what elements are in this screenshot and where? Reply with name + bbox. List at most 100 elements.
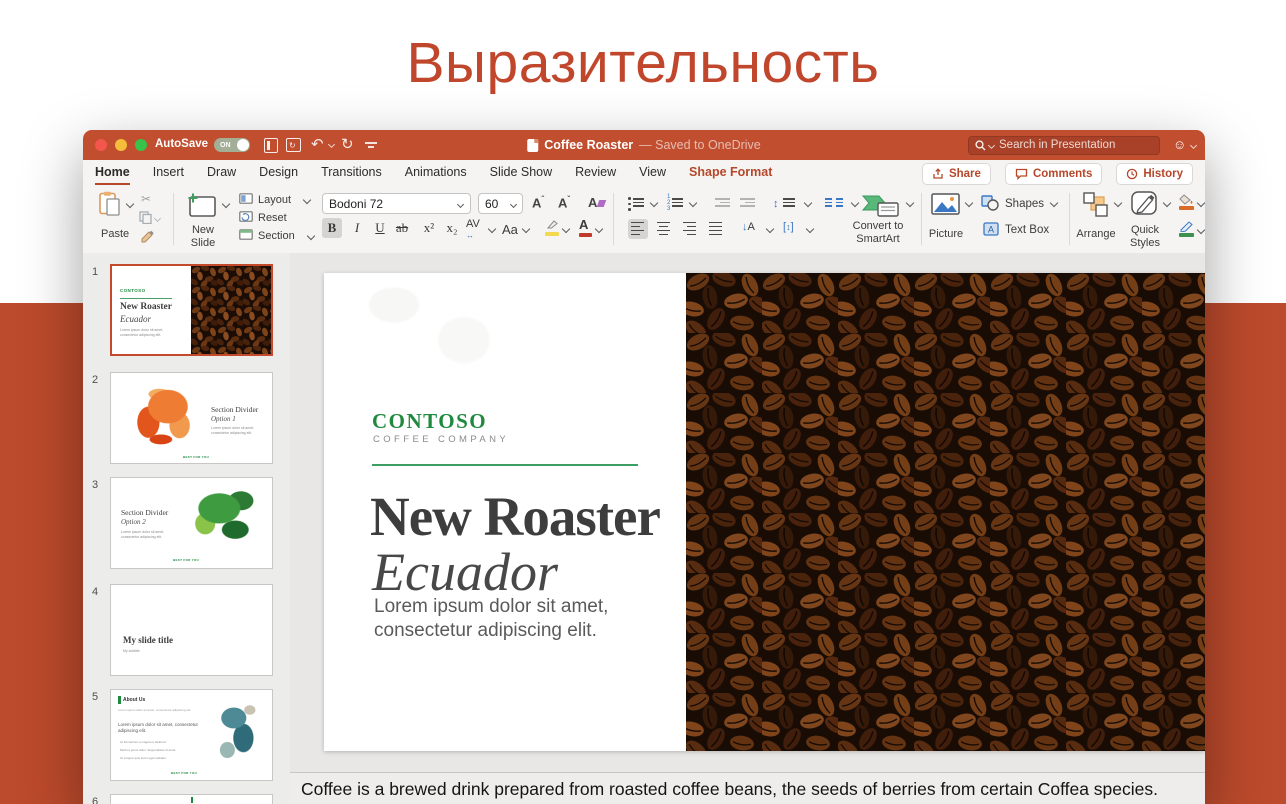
highlight-chevron[interactable] [561,224,571,234]
arrange-button[interactable] [1083,192,1109,217]
superscript-button[interactable]: x² [419,218,439,238]
italic-button[interactable]: I [347,218,367,238]
font-name-select[interactable]: Bodoni 72 [322,193,471,214]
feedback-chevron[interactable] [1189,141,1198,150]
redo-icon[interactable]: ↻ [341,130,354,160]
shapes-chevron[interactable] [1049,198,1059,208]
picture-button[interactable] [931,193,960,215]
copy-icon[interactable] [139,211,152,224]
subscript-button[interactable]: x₂ [442,218,462,238]
highlight-color-button[interactable] [545,220,559,236]
new-slide-button[interactable] [185,192,217,218]
numbering-icon[interactable]: 1 2 3 [667,194,683,212]
format-painter-icon[interactable] [141,230,155,243]
share-button[interactable]: Share [921,163,991,185]
show-panel-icon[interactable] [264,138,278,153]
section-chevron[interactable] [306,231,316,241]
tab-review[interactable]: Review [575,160,616,185]
autosave-toggle[interactable]: ON [214,138,250,152]
tab-slide-show[interactable]: Slide Show [490,160,553,185]
section-button[interactable] [239,229,253,240]
slide-thumbnail-5[interactable]: About Us Lorem ipsum dolor sit amet, con… [110,689,273,781]
cut-icon[interactable]: ✂ [141,192,151,206]
arrange-chevron[interactable] [1113,198,1123,208]
columns-chevron[interactable] [850,198,860,208]
slide-thumbnail-6[interactable] [110,794,273,804]
columns-icon[interactable] [825,196,843,209]
change-case-button[interactable]: Aa [502,222,518,237]
paste-chevron[interactable] [125,199,135,209]
strikethrough-button[interactable]: ab [392,218,412,238]
tab-transitions[interactable]: Transitions [321,160,382,185]
decrease-indent-icon[interactable]: ← [715,196,730,209]
zoom-window-button[interactable] [135,139,147,151]
layout-button[interactable] [239,193,253,204]
textbox-button[interactable]: A [983,222,999,236]
text-direction-chevron[interactable] [765,224,775,234]
slide-thumbnail-1[interactable]: CONTOSO New Roaster Ecuador Lorem ipsum … [110,264,273,356]
history-button[interactable]: History [1116,163,1193,185]
justify-button[interactable] [706,219,726,236]
shape-fill-button[interactable] [1179,194,1194,210]
search-input[interactable]: Search in Presentation [968,135,1160,155]
increase-indent-icon[interactable]: → [740,196,755,209]
comments-button[interactable]: Comments [1004,163,1103,185]
align-text-chevron[interactable] [805,224,815,234]
slide-thumbnail-4[interactable]: My slide title My subtitle [110,584,273,676]
layout-chevron[interactable] [302,195,312,205]
minimize-window-button[interactable] [115,139,127,151]
tab-view[interactable]: View [639,160,666,185]
underline-button[interactable]: U [370,218,390,238]
convert-smartart-button[interactable] [862,192,900,218]
slide-subtitle[interactable]: Ecuador [372,541,558,603]
align-text-icon[interactable]: [↕] [783,221,794,233]
bullets-icon[interactable] [628,196,644,211]
align-right-button[interactable] [680,219,700,236]
shrink-font-button[interactable]: Aˇ [558,195,570,210]
save-sync-icon[interactable]: ↻ [286,138,301,152]
undo-icon[interactable]: ↶ [311,130,324,160]
tab-insert[interactable]: Insert [153,160,184,185]
close-window-button[interactable] [95,139,107,151]
line-spacing-icon[interactable]: ↕ [773,194,795,212]
character-spacing-chevron[interactable] [487,224,497,234]
copy-chevron[interactable] [153,214,162,223]
notes-pane[interactable]: Coffee is a brewed drink prepared from r… [290,772,1205,804]
font-color-button[interactable]: A [579,217,592,237]
feedback-smiley-icon[interactable]: ☺ [1173,137,1186,152]
character-spacing-button[interactable]: AV ↔ [466,219,480,241]
reset-button[interactable] [239,211,253,222]
tab-home[interactable]: Home [95,160,130,185]
clear-formatting-button[interactable]: A [588,195,607,210]
slide-body-text[interactable]: Lorem ipsum dolor sit amet, consectetur … [374,595,626,644]
picture-chevron[interactable] [964,198,974,208]
slide-thumbnail-3[interactable]: Section Divider Option 2 Lorem ipsum dol… [110,477,273,569]
undo-chevron[interactable] [327,140,336,149]
numbering-chevron[interactable] [688,198,698,208]
align-left-button[interactable] [628,219,648,239]
quick-styles-button[interactable] [1131,191,1159,217]
current-slide[interactable]: CONTOSO COFFEE COMPANY New Roaster Ecuad… [324,273,1205,751]
search-scope-chevron[interactable] [987,141,996,149]
shape-outline-button[interactable] [1179,221,1194,237]
tab-shape-format[interactable]: Shape Format [689,160,772,185]
bold-button[interactable]: B [322,218,342,238]
shape-outline-chevron[interactable] [1196,225,1205,235]
shape-fill-chevron[interactable] [1196,198,1205,208]
change-case-chevron[interactable] [521,224,531,234]
new-slide-chevron[interactable] [221,199,231,209]
align-center-button[interactable] [654,219,674,236]
tab-draw[interactable]: Draw [207,160,236,185]
grow-font-button[interactable]: Aˆ [532,195,544,210]
font-size-select[interactable]: 60 [478,193,523,214]
quick-styles-chevron[interactable] [1162,198,1172,208]
tab-animations[interactable]: Animations [405,160,467,185]
ribbon-options-icon[interactable] [365,142,377,148]
font-color-chevron[interactable] [594,224,604,234]
slide-title[interactable]: New Roaster [370,485,661,548]
bullets-chevron[interactable] [649,198,659,208]
text-direction-icon[interactable]: ↓A [742,221,755,233]
tab-design[interactable]: Design [259,160,298,185]
convert-smartart-chevron[interactable] [905,198,915,208]
shapes-button[interactable] [981,195,1000,211]
